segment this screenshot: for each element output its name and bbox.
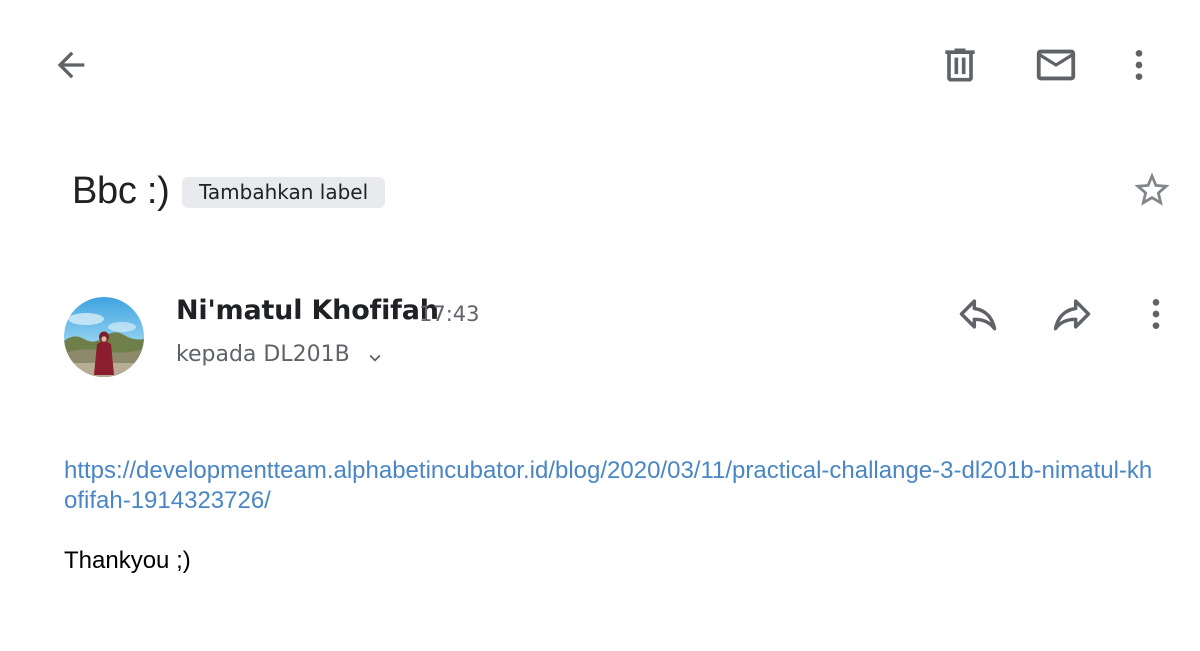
body-link[interactable]: https://developmentteam.alphabetincubato… xyxy=(64,456,1154,516)
reply-button[interactable] xyxy=(950,288,1006,340)
star-button[interactable] xyxy=(1124,162,1180,218)
forward-button[interactable] xyxy=(1044,288,1100,340)
reply-icon xyxy=(959,299,997,331)
add-label-chip[interactable]: Tambahkan label xyxy=(182,177,386,208)
arrow-back-icon xyxy=(57,51,85,79)
back-button[interactable] xyxy=(40,34,102,96)
sent-time: 17:43 xyxy=(419,302,480,326)
mail-icon xyxy=(1036,49,1076,81)
body-text: Thankyou ;) xyxy=(64,547,191,574)
recipient-details-toggle[interactable]: kepada DL201B xyxy=(176,338,386,372)
sender-avatar[interactable] xyxy=(64,297,144,377)
avatar-photo xyxy=(64,297,144,377)
more-options-button[interactable] xyxy=(1116,34,1162,96)
sender-name: Ni'matul Khofifah xyxy=(176,295,439,326)
message-more-options-button[interactable] xyxy=(1134,288,1178,340)
more-vert-icon xyxy=(1135,50,1143,80)
star-outline-icon xyxy=(1134,172,1170,206)
forward-icon xyxy=(1053,299,1091,331)
chevron-down-icon xyxy=(364,347,386,369)
trash-icon xyxy=(945,48,975,82)
email-subject: Bbc :) xyxy=(72,170,170,212)
more-vert-icon xyxy=(1152,299,1160,329)
mark-unread-button[interactable] xyxy=(1024,34,1088,96)
recipient-text: kepada DL201B xyxy=(176,342,350,367)
delete-button[interactable] xyxy=(930,34,990,96)
